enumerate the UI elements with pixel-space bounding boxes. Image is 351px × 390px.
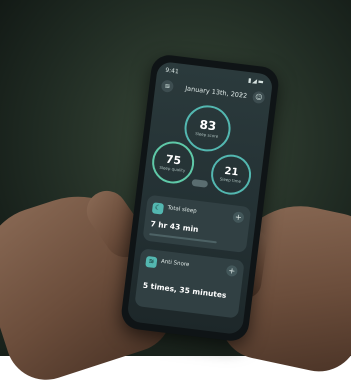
phone-screen: 9:41 ▮◢▬ ≡ January 13th, 2022 ⌄ ☺ 83 Sle… — [126, 60, 274, 336]
sleep-time-ring[interactable]: 21 Sleep time — [208, 152, 254, 197]
total-sleep-title: Total sleep — [167, 205, 197, 215]
anti-snore-value: 5 times, 35 minutes — [142, 280, 227, 300]
total-sleep-bar — [149, 233, 217, 244]
sleep-score-ring[interactable]: 83 Sleep score — [181, 102, 234, 155]
sleep-quality-ring[interactable]: 75 Sleep quality — [149, 139, 197, 186]
add-icon[interactable]: + — [225, 264, 238, 278]
profile-icon[interactable]: ☺ — [252, 90, 266, 105]
toggle-pill[interactable] — [191, 178, 209, 188]
total-sleep-value: 7 hr 43 min — [149, 219, 199, 235]
moon-icon: ☾ — [151, 202, 165, 215]
anti-snore-title: Anti Snore — [160, 258, 190, 269]
anti-snore-card[interactable]: ≋ Anti Snore + 5 times, 35 minutes — [134, 248, 245, 319]
photo-scene: 9:41 ▮◢▬ ≡ January 13th, 2022 ⌄ ☺ 83 Sle… — [0, 0, 351, 390]
status-icons: ▮◢▬ — [247, 77, 265, 86]
snore-icon: ≋ — [145, 255, 158, 269]
menu-icon[interactable]: ≡ — [160, 79, 175, 93]
add-icon[interactable]: + — [232, 211, 245, 224]
status-time: 9:41 — [164, 66, 180, 76]
total-sleep-card[interactable]: ☾ Total sleep + 7 hr 43 min — [142, 194, 252, 253]
chevron-down-icon[interactable]: ⌄ — [239, 90, 245, 98]
